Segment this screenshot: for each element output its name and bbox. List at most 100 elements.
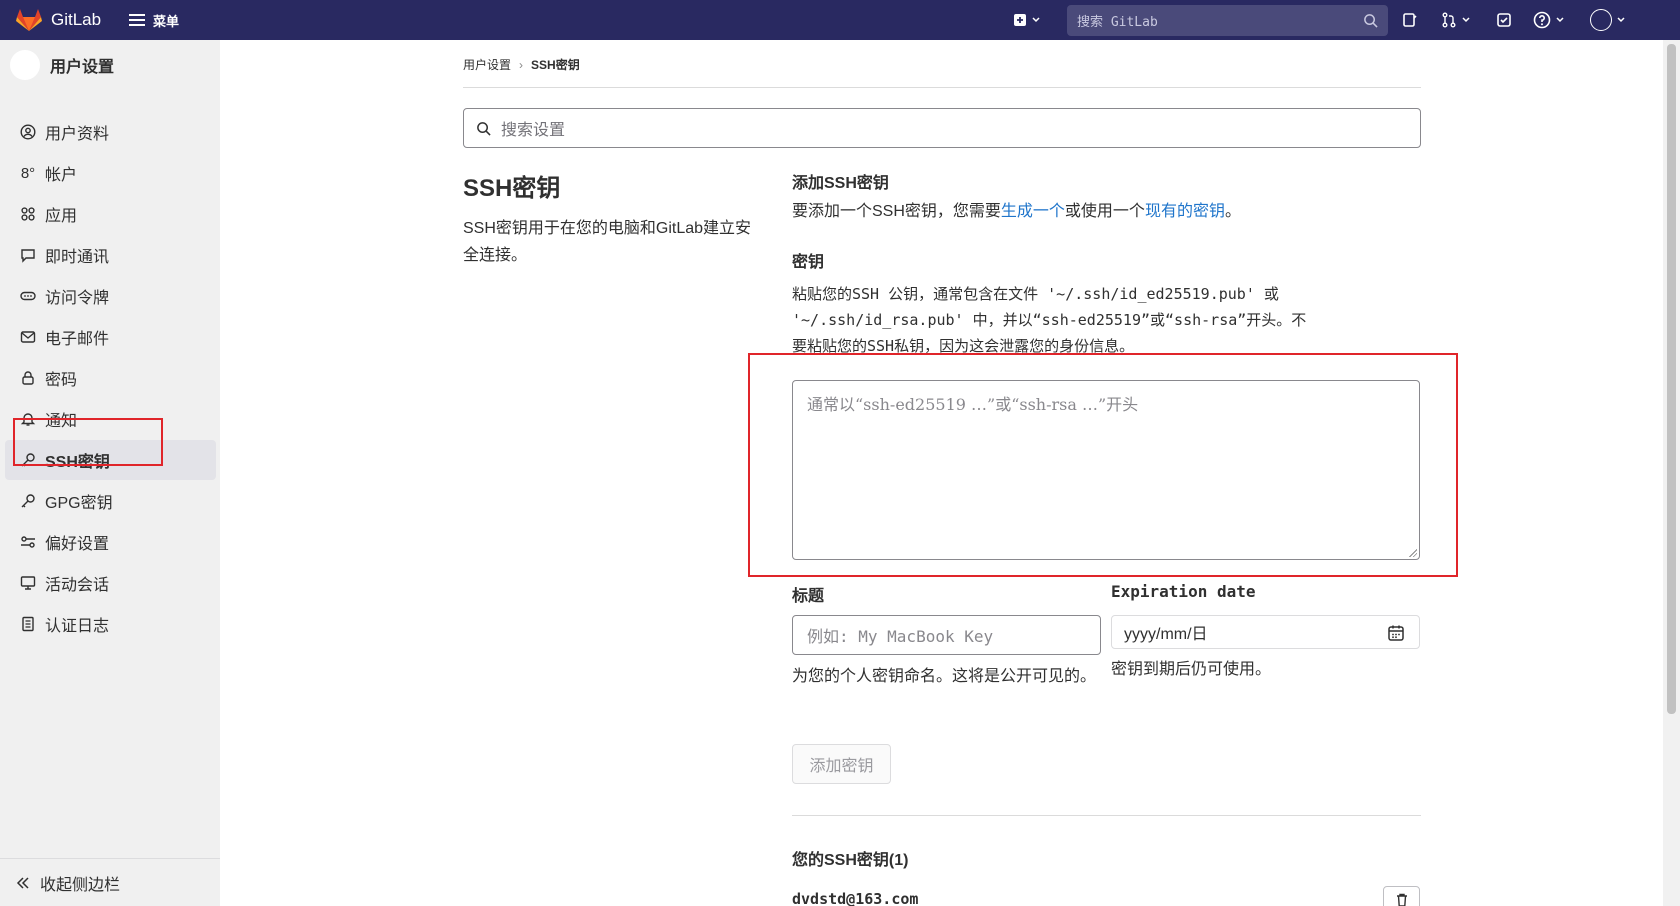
- global-search-placeholder: 搜索 GitLab: [1077, 15, 1158, 30]
- chat-icon: [19, 246, 37, 264]
- sidebar-item-password[interactable]: 密码: [5, 358, 216, 398]
- global-search-input[interactable]: 搜索 GitLab: [1067, 5, 1388, 36]
- gitlab-logo-icon[interactable]: [16, 8, 42, 32]
- ssh-key-title[interactable]: dvdstd@163.com: [792, 890, 918, 906]
- intro-text: 要添加一个SSH密钥，您需要: [792, 203, 1001, 220]
- sidebar-item-label: 密码: [45, 372, 78, 389]
- sidebar-item-active-sessions[interactable]: 活动会话: [5, 563, 216, 603]
- generate-key-link[interactable]: 生成一个: [1001, 203, 1065, 220]
- sidebar-item-chat[interactable]: 即时通讯: [5, 235, 216, 275]
- sidebar-item-applications[interactable]: 应用: [5, 194, 216, 234]
- breadcrumb-parent[interactable]: 用户设置: [463, 56, 511, 73]
- sidebar-item-profile[interactable]: 用户资料: [5, 112, 216, 152]
- search-icon: [477, 121, 491, 136]
- sidebar-item-label: 电子邮件: [45, 331, 110, 348]
- divider: [792, 815, 1421, 816]
- token-icon: [19, 287, 37, 305]
- breadcrumb-current[interactable]: SSH密钥: [531, 56, 580, 73]
- preferences-icon: [19, 533, 37, 551]
- issues-button[interactable]: [1402, 10, 1418, 30]
- sidebar-item-label: 访问令牌: [45, 290, 110, 307]
- your-keys-heading: 您的SSH密钥(1): [792, 852, 909, 869]
- sidebar-item-preferences[interactable]: 偏好设置: [5, 522, 216, 562]
- title-help-text: 为您的个人密钥命名。这将是公开可见的。: [792, 668, 1097, 685]
- intro-text: 。: [1224, 203, 1241, 220]
- collapse-sidebar-label: 收起侧边栏: [40, 876, 121, 894]
- trash-icon: [1396, 893, 1407, 906]
- new-dropdown-button[interactable]: [1013, 10, 1041, 30]
- monitor-icon: [19, 574, 37, 592]
- delete-key-button[interactable]: [1383, 886, 1420, 906]
- hamburger-icon: [129, 14, 145, 26]
- divider: [463, 87, 1421, 88]
- chevron-down-icon: [1617, 17, 1625, 23]
- sidebar-item-label: 用户资料: [45, 126, 110, 143]
- key-help-line: 粘贴您的SSH 公钥，通常包含在文件 '~/.ssh/id_ed25519.pu…: [792, 285, 1279, 303]
- sidebar-item-label: 认证日志: [45, 618, 110, 635]
- settings-sidebar: 用户设置 用户资料 8° 帐户 应用 即时通讯 访问令牌 电子邮件 密码 通知 …: [0, 40, 220, 906]
- mail-icon: [19, 328, 37, 346]
- sidebar-title: 用户设置: [50, 59, 115, 76]
- account-icon: 8°: [20, 164, 36, 182]
- top-navbar: GitLab 菜单 搜索 GitLab: [0, 0, 1680, 40]
- settings-search-input[interactable]: 搜索设置: [463, 108, 1421, 148]
- sidebar-header[interactable]: 用户设置: [10, 50, 114, 80]
- chevron-down-icon: [1032, 17, 1040, 23]
- scrollbar-thumb[interactable]: [1667, 44, 1676, 714]
- sidebar-item-emails[interactable]: 电子邮件: [5, 317, 216, 357]
- highlight-box: [748, 353, 1458, 577]
- chevron-down-icon: [1462, 17, 1470, 23]
- brand-name[interactable]: GitLab: [51, 0, 101, 40]
- section-intro: SSH密钥 SSH密钥用于在您的电脑和GitLab建立安全连接。: [463, 168, 753, 269]
- lock-icon: [19, 369, 37, 387]
- expiration-placeholder: yyyy/mm/日: [1124, 626, 1208, 643]
- chevron-down-icon: [1556, 17, 1564, 23]
- merge-request-icon: [1442, 12, 1456, 28]
- page-scrollbar[interactable]: [1663, 40, 1680, 906]
- user-menu-button[interactable]: [1590, 9, 1626, 31]
- sidebar-item-access-tokens[interactable]: 访问令牌: [5, 276, 216, 316]
- title-label: 标题: [792, 588, 825, 605]
- avatar: [10, 50, 40, 80]
- expiration-date-input[interactable]: yyyy/mm/日: [1111, 615, 1420, 649]
- expiration-label: Expiration date: [1111, 582, 1256, 601]
- sidebar-item-account[interactable]: 8° 帐户: [5, 153, 216, 193]
- existing-key-link[interactable]: 现有的密钥: [1145, 203, 1225, 220]
- menu-label: 菜单: [153, 13, 180, 29]
- todos-button[interactable]: [1496, 10, 1512, 30]
- section-description: SSH密钥用于在您的电脑和GitLab建立安全连接。: [463, 220, 752, 264]
- profile-icon: [19, 123, 37, 141]
- breadcrumb-separator-icon: ›: [519, 57, 524, 72]
- sidebar-item-label: 偏好设置: [45, 536, 110, 553]
- expiration-help-text: 密钥到期后仍可使用。: [1111, 661, 1272, 678]
- section-title: SSH密钥: [463, 175, 561, 202]
- plus-square-icon: [1014, 14, 1026, 26]
- search-icon: [1364, 14, 1378, 28]
- calendar-icon[interactable]: [1387, 624, 1405, 642]
- sidebar-item-gpg-keys[interactable]: GPG密钥: [5, 481, 216, 521]
- key-icon: [19, 492, 37, 510]
- issues-icon: [1403, 13, 1417, 27]
- key-help-text: 粘贴您的SSH 公钥，通常包含在文件 '~/.ssh/id_ed25519.pu…: [792, 281, 1432, 359]
- add-key-button[interactable]: 添加密钥: [792, 744, 891, 784]
- sidebar-item-label: 应用: [45, 208, 78, 225]
- help-button[interactable]: [1533, 10, 1565, 30]
- breadcrumb: 用户设置 › SSH密钥: [463, 56, 580, 73]
- add-key-intro: 要添加一个SSH密钥，您需要生成一个或使用一个现有的密钥。: [792, 199, 1241, 225]
- menu-button[interactable]: 菜单: [129, 0, 179, 40]
- double-chevron-left-icon: [16, 876, 29, 889]
- key-help-line: '~/.ssh/id_rsa.pub' 中，并以“ssh-ed25519”或“s…: [792, 311, 1307, 329]
- sidebar-item-auth-log[interactable]: 认证日志: [5, 604, 216, 644]
- sidebar-item-label: 即时通讯: [45, 249, 110, 266]
- highlight-box: [13, 418, 163, 466]
- sidebar-item-label: 活动会话: [45, 577, 110, 594]
- add-key-button-label: 添加密钥: [809, 758, 874, 775]
- collapse-sidebar-button[interactable]: 收起侧边栏: [0, 858, 220, 906]
- key-title-input[interactable]: 例如: My MacBook Key: [792, 615, 1101, 655]
- sidebar-item-label: GPG密钥: [45, 495, 113, 512]
- sidebar-item-label: 帐户: [45, 167, 78, 184]
- merge-requests-button[interactable]: [1441, 10, 1471, 30]
- intro-text: 或使用一个: [1064, 203, 1145, 220]
- settings-search-placeholder: 搜索设置: [501, 122, 566, 139]
- applications-icon: [19, 205, 37, 223]
